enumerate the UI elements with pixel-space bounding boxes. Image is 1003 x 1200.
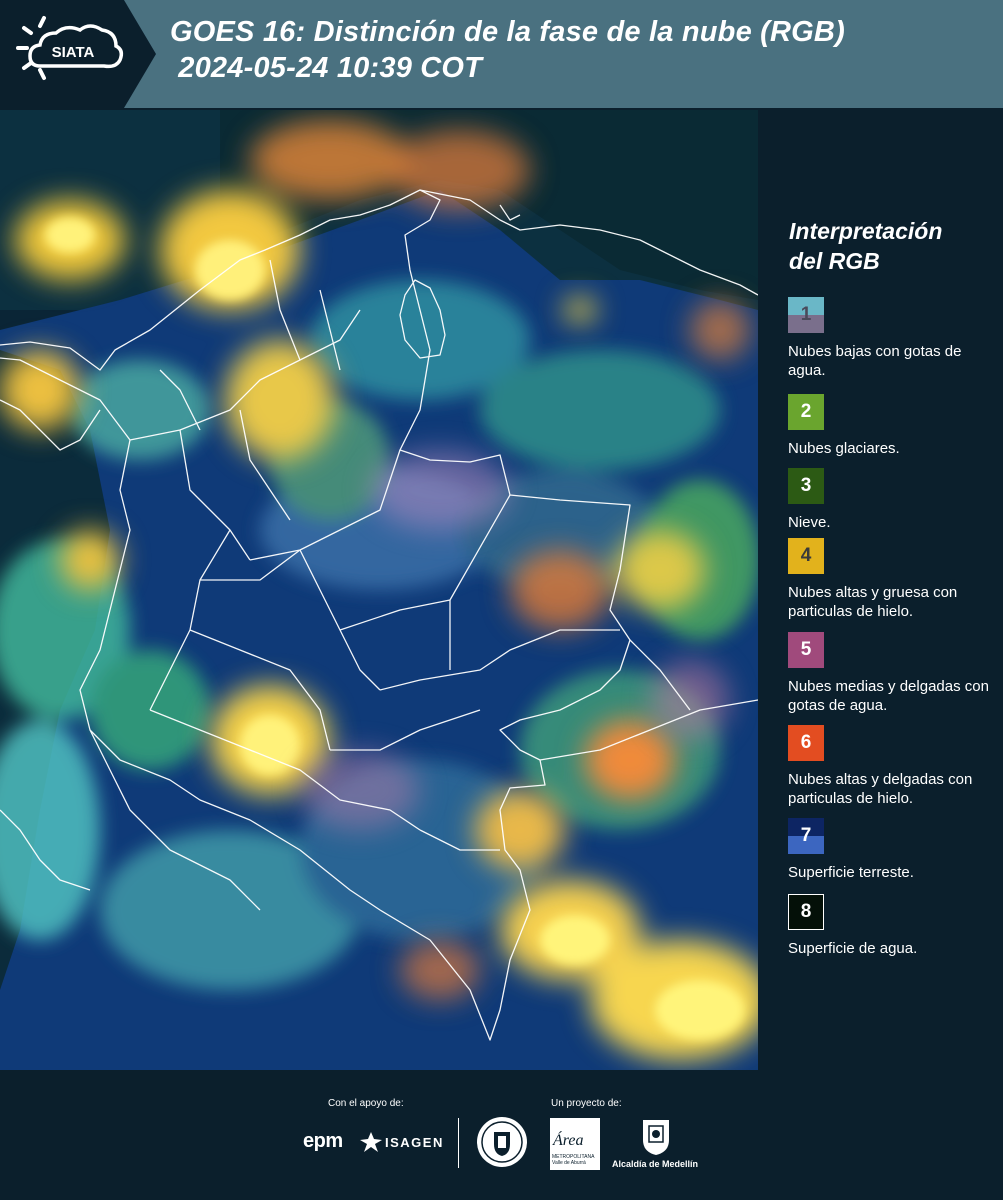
legend-label-1: Nubes bajas con gotas de agua. — [788, 343, 962, 379]
legend-label-2: Nubes glaciares. — [788, 440, 900, 457]
header-bar: SIATA GOES 16: Distinción de la fase de … — [0, 0, 1003, 108]
legend-swatch-4: 4 — [788, 538, 824, 574]
legend-label-4: Nubes altas y gruesa con particulas de h… — [788, 584, 958, 620]
siata-logo: SIATA — [0, 0, 160, 108]
legend-swatch-7: 7 — [788, 818, 824, 854]
legend-item-1: 1 Nubes bajas con gotas de agua. — [788, 297, 993, 380]
legend-label-3: Nieve. — [788, 514, 831, 531]
support-label: Con el apoyo de: — [328, 1098, 404, 1109]
legend-item-6: 6 Nubes altas y delgadas con particulas … — [788, 725, 993, 808]
legend-label-7: Superficie terreste. — [788, 864, 914, 881]
title-line-1: GOES 16: Distinción de la fase de la nub… — [170, 16, 845, 48]
legend-label-6: Nubes altas y delgadas con particulas de… — [788, 771, 973, 807]
legend-panel: Interpretación del RGB 1 Nubes bajas con… — [760, 110, 1003, 1070]
project-label: Un proyecto de: — [551, 1098, 622, 1109]
legend-swatch-8: 8 — [788, 894, 824, 930]
alcaldia-logo: Alcaldía de Medellín — [612, 1159, 699, 1169]
legend-label-8: Superficie de agua. — [788, 940, 918, 957]
satellite-map — [0, 110, 758, 1070]
legend-item-7: 7 Superficie terreste. — [788, 818, 993, 882]
footer: Con el apoyo de: Un proyecto de: epm ISA… — [0, 1070, 1003, 1200]
legend-item-2: 2 Nubes glaciares. — [788, 394, 993, 458]
seal-icon — [477, 1117, 527, 1167]
legend-item-4: 4 Nubes altas y gruesa con particulas de… — [788, 538, 993, 621]
legend-swatch-5: 5 — [788, 632, 824, 668]
shield-icon — [643, 1120, 669, 1155]
epm-logo: epm — [303, 1130, 343, 1152]
isagen-icon — [360, 1132, 382, 1152]
logo-text: SIATA — [52, 44, 95, 61]
area-metropolitana-logo: Área METROPOLITANA Valle de Aburrá — [550, 1118, 600, 1170]
footer-divider — [458, 1118, 459, 1168]
title-line-2: 2024-05-24 10:39 COT — [170, 52, 483, 84]
legend-swatch-3: 3 — [788, 468, 824, 504]
legend-title: Interpretación del RGB — [789, 218, 943, 274]
legend-item-3: 3 Nieve. — [788, 468, 993, 532]
legend-item-8: 8 Superficie de agua. — [788, 894, 993, 958]
isagen-logo: ISAGEN — [385, 1135, 444, 1150]
legend-swatch-1: 1 — [788, 297, 824, 333]
legend-label-5: Nubes medias y delgadas con gotas de agu… — [788, 678, 989, 714]
legend-swatch-6: 6 — [788, 725, 824, 761]
page-title: GOES 16: Distinción de la fase de la nub… — [170, 14, 845, 86]
legend-swatch-2: 2 — [788, 394, 824, 430]
legend-item-5: 5 Nubes medias y delgadas con gotas de a… — [788, 632, 993, 715]
